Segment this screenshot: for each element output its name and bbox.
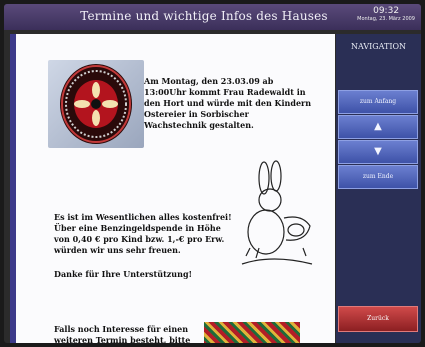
further-date-text: Falls noch Interesse für einen weiteren … — [54, 324, 191, 343]
scroll-up-button[interactable]: ▲ — [338, 115, 418, 139]
easter-bunny-drawing — [236, 160, 316, 270]
clock: 09:32 Montag, 23. März 2009 — [357, 6, 415, 22]
navigation-heading: NAVIGATION — [350, 42, 407, 51]
title-bar: Termine und wichtige Infos des Hauses 09… — [4, 4, 421, 30]
back-button[interactable]: Zurück — [338, 306, 418, 332]
navigation-sidebar: NAVIGATION zum Anfang ▲ ▼ zum Ende Zurüc… — [336, 34, 421, 343]
content-panel[interactable]: Am Montag, den 23.03.09 ab 13:00Uhr komm… — [10, 34, 335, 343]
thanks-text: Danke für Ihre Unterstützung! — [54, 269, 193, 279]
scroll-down-button[interactable]: ▼ — [338, 140, 418, 164]
scroll-to-start-button[interactable]: zum Anfang — [338, 90, 418, 114]
page-title: Termine und wichtige Infos des Hauses — [80, 9, 328, 23]
egg-pattern-image — [204, 322, 300, 343]
easter-egg-image — [48, 60, 144, 148]
event-text: Am Montag, den 23.03.09 ab 13:00Uhr komm… — [144, 76, 312, 130]
clock-time: 09:32 — [373, 6, 400, 16]
clock-date: Montag, 23. März 2009 — [357, 16, 415, 22]
donation-text: Es ist im Wesentlichen alles kostenfrei!… — [54, 212, 232, 255]
scroll-to-end-button[interactable]: zum Ende — [338, 165, 418, 189]
kiosk-screen: Termine und wichtige Infos des Hauses 09… — [4, 4, 421, 343]
